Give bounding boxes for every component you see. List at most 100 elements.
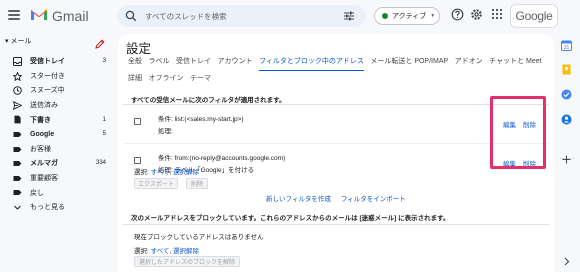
filter-checkbox[interactable]	[134, 118, 141, 125]
gear-icon[interactable]	[470, 8, 483, 21]
page-title: 設定	[126, 42, 152, 56]
sidebar-item-customers[interactable]: お客様	[0, 142, 118, 157]
tab-addons[interactable]: アドオン	[455, 56, 483, 71]
tasks-icon[interactable]	[561, 89, 572, 100]
settings-panel: 設定 全般 ラベル 受信トレイ アカウント フィルタとブロック中のアドレス メー…	[118, 34, 554, 272]
search-bar[interactable]	[117, 5, 366, 27]
app-name: Gmail	[52, 8, 89, 24]
sidebar-item-google[interactable]: Google 5	[0, 127, 118, 142]
apps-grid-icon[interactable]	[491, 8, 503, 20]
sidebar-item-returned[interactable]: 戻し	[0, 185, 118, 200]
gmail-logo-icon[interactable]	[30, 7, 48, 21]
tab-offline[interactable]: オフライン	[149, 73, 184, 87]
sidebar-item-snoozed[interactable]: スヌーズ中	[0, 83, 118, 98]
main-menu-icon[interactable]	[8, 10, 20, 20]
account-label: Google	[515, 9, 553, 23]
sidebar-item-label: お客様	[30, 145, 51, 153]
sidebar-item-label: 受信トレイ	[30, 58, 65, 66]
filter-row: 条件: list:(<sales.my-start.jp>) 処理: 編集 削除	[123, 105, 549, 143]
sidebar-item-important-clients[interactable]: 重要顧客	[0, 171, 118, 186]
sidebar-item-inbox[interactable]: 受信トレイ 3	[0, 54, 118, 69]
tab-row-2: 詳細 オフライン テーマ	[128, 73, 218, 87]
select-none-link[interactable]: 選択解除	[173, 169, 199, 176]
search-options-icon[interactable]	[343, 10, 355, 22]
chevron-right-icon[interactable]	[561, 256, 572, 267]
filter-condition: 条件: from:(no-reply@accounts.google.com)	[158, 155, 286, 162]
import-filter-link[interactable]: フィルタをインポート	[341, 193, 406, 203]
filter-actions-links: 新しいフィルタを作成 フィルタをインポート	[266, 193, 416, 203]
select-all-link[interactable]: すべて	[151, 169, 170, 176]
unread-count: 3	[102, 58, 106, 65]
no-blocked-text: 現在ブロックしているアドレスはありません	[134, 234, 264, 241]
status-selector[interactable]: アクティブ ▼	[374, 7, 440, 25]
account-button[interactable]: Google	[510, 4, 558, 28]
add-addon-icon[interactable]	[561, 154, 572, 165]
mail-section-label[interactable]: ▾ メール	[5, 36, 31, 46]
inbox-icon	[13, 57, 22, 66]
sidebar-item-label: Google	[30, 130, 55, 138]
left-sidebar: ▾ メール 受信トレイ 3 スター付き スヌーズ中 送信済み 下書き 1 Goo…	[0, 34, 118, 272]
sidebar-item-sent[interactable]: 送信済み	[0, 98, 118, 113]
sidebar-item-label: もっと見る	[30, 204, 65, 212]
svg-text:31: 31	[564, 45, 570, 51]
draft-count: 1	[102, 116, 106, 123]
calendar-icon[interactable]: 31	[561, 40, 572, 51]
filter-select-line: 選択: すべて, 選択解除	[134, 169, 200, 176]
right-side-panel: 31	[554, 34, 580, 272]
sidebar-item-label: スヌーズ中	[30, 87, 65, 95]
tab-chat-meet[interactable]: チャットと Meet	[489, 56, 541, 71]
filters-heading: すべての受信メールに次のフィルタが適用されます。	[131, 97, 286, 104]
caret-down-icon: ▼	[430, 13, 436, 19]
sidebar-item-newsletter[interactable]: メルマガ 334	[0, 156, 118, 171]
active-status-dot	[382, 13, 388, 19]
compose-pencil-icon[interactable]	[92, 36, 108, 52]
label-count: 5	[102, 131, 106, 138]
filter-checkbox[interactable]	[134, 157, 141, 164]
sidebar-item-label: 戻し	[30, 189, 44, 197]
sidebar-nav: 受信トレイ 3 スター付き スヌーズ中 送信済み 下書き 1 Google 5 …	[0, 54, 118, 215]
create-filter-link[interactable]: 新しいフィルタを作成	[266, 193, 331, 203]
tab-inbox[interactable]: 受信トレイ	[176, 56, 211, 71]
sidebar-item-label: 送信済み	[30, 102, 58, 110]
delete-selected-button[interactable]: 削除	[186, 178, 208, 189]
filter-condition: 条件: list:(<sales.my-start.jp>)	[158, 116, 244, 123]
tab-accounts[interactable]: アカウント	[218, 56, 253, 71]
tab-filters-blocked[interactable]: フィルタとブロック中のアドレス	[259, 56, 364, 71]
divider	[123, 224, 549, 225]
sidebar-item-label: 重要顧客	[30, 175, 58, 183]
tab-forwarding-pop-imap[interactable]: メール転送と POP/IMAP	[370, 56, 448, 71]
clock-icon	[13, 86, 22, 95]
edit-delete-highlight	[490, 96, 546, 169]
label-icon	[13, 131, 22, 137]
search-icon[interactable]	[125, 10, 137, 22]
tab-general[interactable]: 全般	[128, 56, 142, 71]
tab-themes[interactable]: テーマ	[190, 73, 211, 87]
tab-row-1: 全般 ラベル 受信トレイ アカウント フィルタとブロック中のアドレス メール転送…	[128, 56, 548, 71]
top-header: Gmail アクティブ ▼	[0, 0, 580, 34]
blocked-select-line: 選択: すべて, 選択解除	[134, 248, 200, 255]
export-button[interactable]: エクスポート	[134, 178, 178, 189]
chevron-down-icon	[14, 205, 21, 210]
label-icon	[13, 146, 22, 152]
sidebar-item-more[interactable]: もっと見る	[0, 200, 118, 215]
filter-action: 処理:	[158, 128, 173, 135]
contacts-icon[interactable]	[561, 114, 572, 125]
sidebar-item-drafts[interactable]: 下書き 1	[0, 112, 118, 127]
sidebar-item-label: 下書き	[30, 116, 51, 124]
tab-labels[interactable]: ラベル	[149, 56, 170, 71]
sidebar-item-label: スター付き	[30, 72, 65, 80]
select-none-link[interactable]: 選択解除	[173, 248, 199, 255]
unblock-button[interactable]: 選択したアドレスのブロックを解除	[134, 256, 240, 267]
sidebar-item-starred[interactable]: スター付き	[0, 69, 118, 84]
select-all-link[interactable]: すべて	[151, 248, 170, 255]
label-icon	[13, 161, 22, 167]
status-label: アクティブ	[392, 13, 427, 20]
select-label: 選択:	[134, 169, 149, 176]
sidebar-item-label: メルマガ	[30, 160, 58, 168]
send-icon	[13, 100, 22, 110]
select-label: 選択:	[134, 248, 149, 255]
search-input[interactable]	[145, 5, 335, 27]
help-icon[interactable]	[451, 8, 464, 21]
keep-icon[interactable]	[561, 64, 572, 75]
tab-advanced[interactable]: 詳細	[128, 73, 142, 87]
